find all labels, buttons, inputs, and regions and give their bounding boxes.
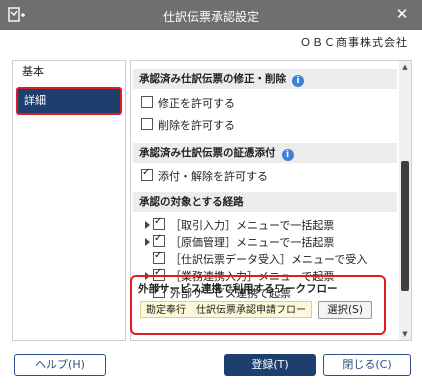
sidebar: 基本 詳細 <box>12 60 126 341</box>
option-label: ［取引入力］メニューで一括起票 <box>170 219 335 232</box>
checkbox[interactable] <box>141 167 153 181</box>
scrollbar-thumb[interactable] <box>401 161 409 291</box>
info-icon[interactable]: i <box>281 149 294 161</box>
option-label: 修正を許可する <box>158 97 235 110</box>
route-data-import[interactable]: ［仕訳伝票データ受入］メニューで受入 <box>153 250 368 267</box>
option-label: 削除を許可する <box>158 119 235 132</box>
section-header-modify-delete: 承認済み仕訳伝票の修正・削除 i <box>133 69 397 89</box>
close-window-icon[interactable]: ✕ <box>392 4 412 24</box>
option-allow-attach[interactable]: 添付・解除を許可する <box>141 167 268 184</box>
checkbox[interactable] <box>153 250 165 264</box>
workflow-value-field: 勘定奉行 仕訳伝票承認申請フロー <box>140 301 312 318</box>
checkbox[interactable] <box>153 216 165 230</box>
option-label: 添付・解除を許可する <box>158 170 268 183</box>
workflow-title: 外部サービス連携で利用するワークフロー <box>138 283 338 295</box>
section-header-attachment: 承認済み仕訳伝票の証憑添付 i <box>133 143 397 163</box>
register-button[interactable]: 登録(T) <box>224 354 316 376</box>
info-icon[interactable]: i <box>292 75 304 87</box>
section-title: 承認済み仕訳伝票の証憑添付 <box>139 147 276 159</box>
section-title: 承認済み仕訳伝票の修正・削除 <box>139 73 286 85</box>
expand-arrow-icon[interactable] <box>145 238 150 246</box>
option-label: ［仕訳伝票データ受入］メニューで受入 <box>170 253 368 266</box>
checkbox[interactable] <box>141 118 153 130</box>
scrollbar[interactable]: ▲ ▼ <box>399 61 411 340</box>
title-bar: 仕訳伝票承認設定 ✕ <box>0 0 422 30</box>
expand-arrow-icon[interactable] <box>145 221 150 229</box>
checkbox[interactable] <box>141 96 153 108</box>
option-label: ［原価管理］メニューで一括起票 <box>170 236 335 249</box>
company-name: ＯＢＣ商事株式会社 <box>300 36 408 49</box>
checkbox[interactable] <box>153 233 165 247</box>
route-transaction-input[interactable]: ［取引入力］メニューで一括起票 <box>145 216 335 233</box>
option-allow-delete[interactable]: 削除を許可する <box>141 117 235 133</box>
section-title: 承認の対象とする経路 <box>139 196 244 208</box>
option-allow-modify[interactable]: 修正を許可する <box>141 95 235 111</box>
close-button[interactable]: 閉じる(C) <box>323 354 411 376</box>
workflow-section: 外部サービス連携で利用するワークフロー 勘定奉行 仕訳伝票承認申請フロー 選択(… <box>130 275 386 335</box>
sidebar-item-basic[interactable]: 基本 <box>13 61 125 83</box>
scroll-up-arrow-icon[interactable]: ▲ <box>399 61 411 73</box>
sidebar-item-detail[interactable]: 詳細 <box>16 87 122 115</box>
section-header-routes: 承認の対象とする経路 <box>133 192 397 212</box>
scroll-down-arrow-icon[interactable]: ▼ <box>399 328 411 340</box>
route-cost-management[interactable]: ［原価管理］メニューで一括起票 <box>145 233 335 250</box>
select-workflow-button[interactable]: 選択(S) <box>318 301 372 319</box>
window-title: 仕訳伝票承認設定 <box>162 10 259 24</box>
help-button[interactable]: ヘルプ(H) <box>14 354 106 376</box>
